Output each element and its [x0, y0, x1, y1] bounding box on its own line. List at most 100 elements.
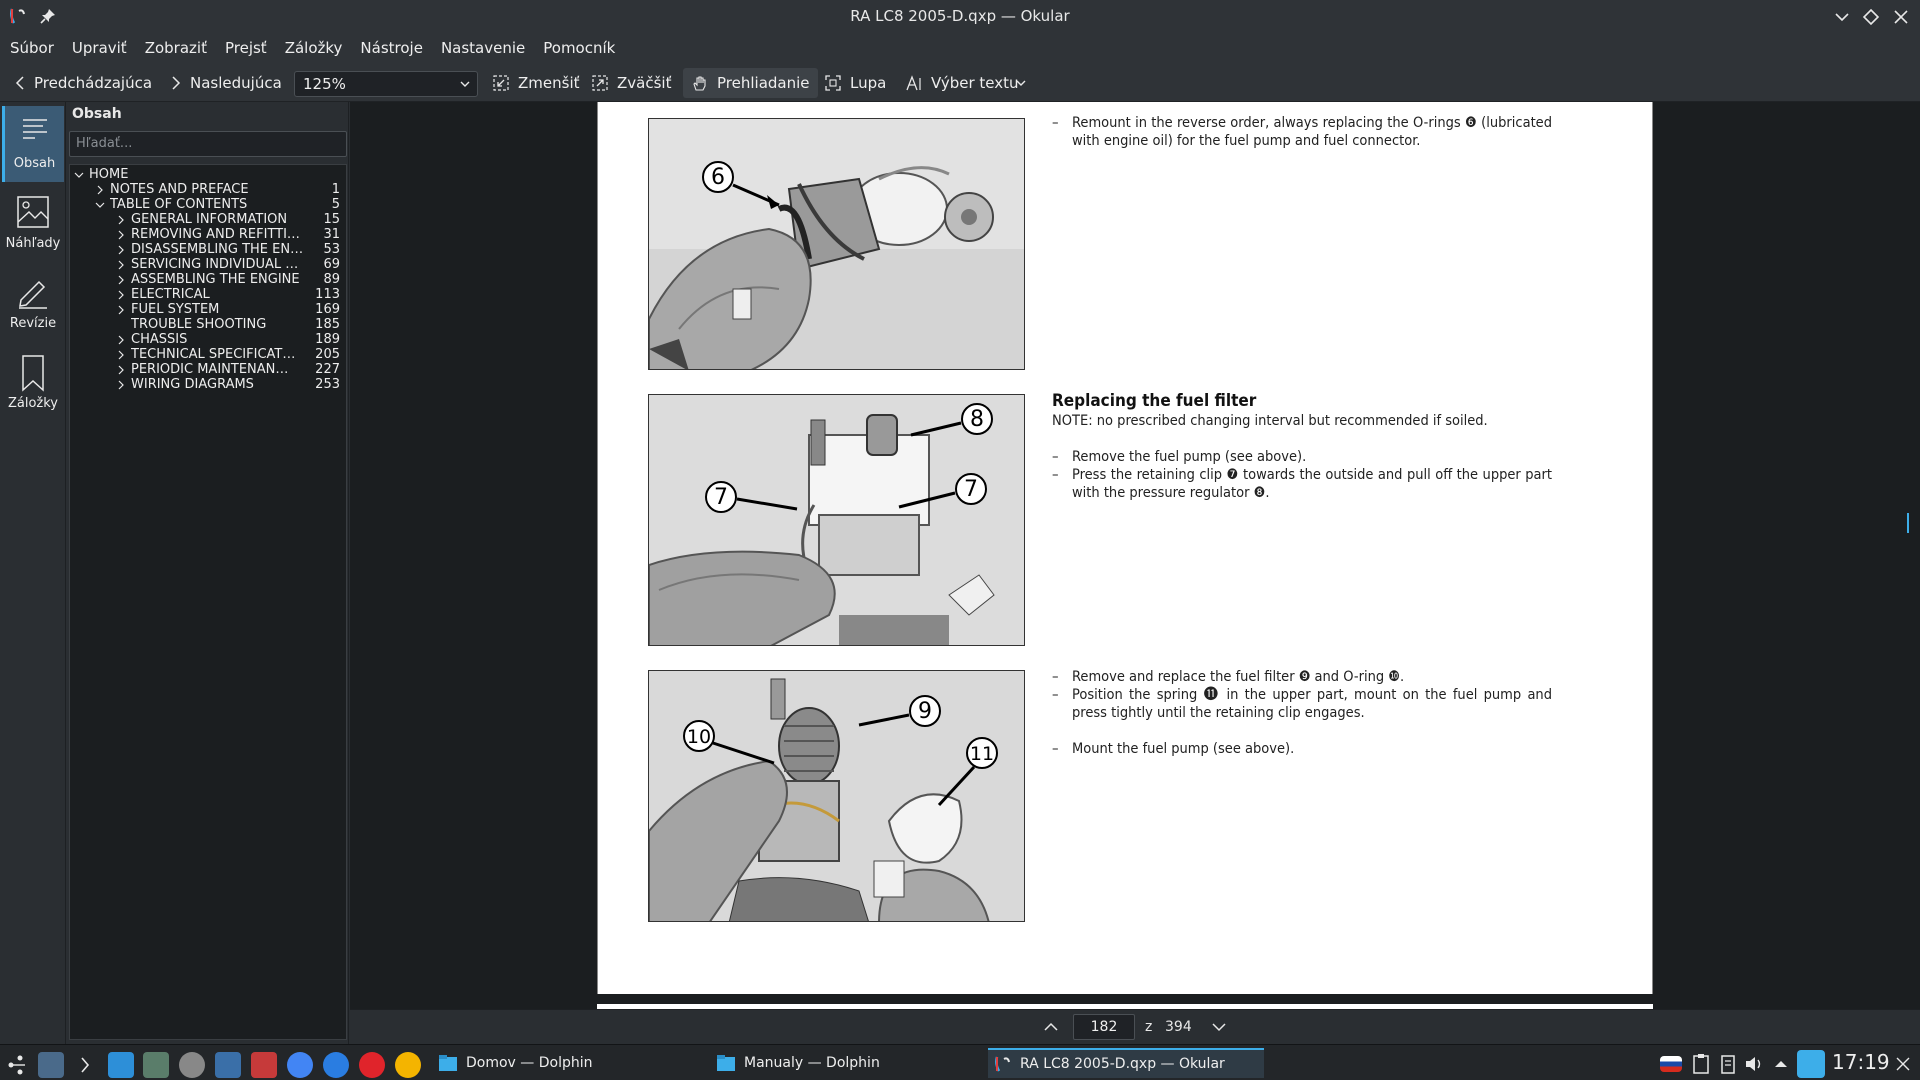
page-of-label: z	[1145, 1019, 1153, 1035]
menu-settings[interactable]: Nastavenie	[441, 32, 534, 64]
app-launcher-icon[interactable]	[5, 1052, 31, 1078]
toc-item[interactable]: WIRING DIAGRAMS 253	[70, 377, 346, 392]
chevron-down-icon[interactable]	[74, 170, 84, 180]
document-app-icon[interactable]	[215, 1052, 241, 1078]
tray-expand-icon[interactable]	[1770, 1052, 1796, 1078]
chevron-right-icon[interactable]	[116, 335, 126, 345]
toc-item[interactable]: DISASSEMBLING THE EN… 53	[70, 242, 346, 257]
toc-item[interactable]: SERVICING INDIVIDUAL … 69	[70, 257, 346, 272]
chevron-right-icon[interactable]	[116, 260, 126, 270]
scroll-position-indicator[interactable]	[1907, 513, 1909, 533]
chevron-right-icon[interactable]	[116, 350, 126, 360]
menu-go[interactable]: Prejsť	[225, 32, 276, 64]
update-notifier-icon[interactable]	[1797, 1050, 1825, 1078]
minimize-icon[interactable]	[1831, 6, 1853, 28]
zoom-out-button[interactable]: Zmenšiť	[492, 68, 580, 98]
toc-item[interactable]: ASSEMBLING THE ENGINE 89	[70, 272, 346, 287]
menu-edit[interactable]: Upraviť	[72, 32, 136, 64]
chevron-right-icon[interactable]	[116, 380, 126, 390]
toc-item[interactable]: FUEL SYSTEM 169	[70, 302, 346, 317]
toc-tree[interactable]: HOME NOTES AND PREFACE 1 TABLE OF CONTENTS 5…	[69, 164, 347, 1040]
toc-item[interactable]: NOTES AND PREFACE 1	[70, 182, 346, 197]
show-desktop-icon[interactable]	[38, 1052, 64, 1078]
firefox-icon[interactable]	[323, 1052, 349, 1078]
chevron-right-icon[interactable]	[116, 305, 126, 315]
toc-item[interactable]: PERIODIC MAINTENAN… 227	[70, 362, 346, 377]
toc-item-label: CHASSIS	[131, 332, 188, 347]
toc-item[interactable]: GENERAL INFORMATION 15	[70, 212, 346, 227]
chevron-right-icon[interactable]	[116, 290, 126, 300]
toc-item[interactable]: CHASSIS 189	[70, 332, 346, 347]
menu-bookmarks[interactable]: Záložky	[285, 32, 352, 64]
menu-view[interactable]: Zobraziť	[145, 32, 216, 64]
opera-icon[interactable]	[359, 1052, 385, 1078]
photo-fuel-filter: 9 10 11	[648, 670, 1025, 922]
next-page-button[interactable]: Nasledujúca	[170, 68, 282, 98]
previous-page-button[interactable]: Predchádzajúca	[14, 68, 152, 98]
file-manager-icon[interactable]	[108, 1052, 134, 1078]
toc-item-page: 5	[331, 197, 340, 212]
toc-item-page: 89	[323, 272, 340, 287]
chevron-right-icon[interactable]	[116, 245, 126, 255]
toc-item[interactable]: REMOVING AND REFITTI… 31	[70, 227, 346, 242]
previous-page-arrow[interactable]	[1042, 1019, 1060, 1035]
instruction-item: Remount in the reverse order, always rep…	[1052, 114, 1552, 150]
rail-contents-label: Obsah	[13, 156, 56, 171]
pager-arrow-icon[interactable]	[72, 1052, 98, 1078]
toc-item[interactable]: TECHNICAL SPECIFICAT… 205	[70, 347, 346, 362]
toc-search-input[interactable]: Hľadať...	[69, 131, 347, 157]
menu-tools[interactable]: Nástroje	[360, 32, 432, 64]
rail-annotations[interactable]: Revízie	[2, 266, 64, 342]
rail-bookmarks[interactable]: Záložky	[2, 346, 64, 422]
toc-item-page: 69	[323, 257, 340, 272]
magnifier-tool-label: Lupa	[850, 74, 887, 92]
browse-tool-button[interactable]: Prehliadanie	[683, 68, 818, 98]
maximize-icon[interactable]	[1860, 6, 1882, 28]
peek-desktop-icon[interactable]	[1892, 1052, 1918, 1078]
text-selection-tool-button[interactable]: Výber textu	[905, 68, 1019, 98]
chevron-down-icon[interactable]	[95, 200, 105, 210]
toc-item-page: 113	[315, 287, 340, 302]
chevron-right-icon[interactable]	[116, 230, 126, 240]
palette-app-icon[interactable]	[395, 1052, 421, 1078]
task-label: Manualy — Dolphin	[744, 1055, 880, 1071]
tool-dropdown-button[interactable]	[1015, 68, 1035, 98]
disk-utility-icon[interactable]	[179, 1052, 205, 1078]
zoom-in-button[interactable]: Zväčšiť	[591, 68, 671, 98]
toc-item-label: FUEL SYSTEM	[131, 302, 220, 317]
toc-item-label: NOTES AND PREFACE	[110, 182, 249, 197]
toc-item-label: TROUBLE SHOOTING	[131, 317, 267, 332]
toc-item[interactable]: ELECTRICAL 113	[70, 287, 346, 302]
image-viewer-icon[interactable]	[143, 1052, 169, 1078]
toc-item[interactable]: HOME	[70, 167, 346, 182]
page-number-input[interactable]: 182	[1073, 1014, 1135, 1040]
toc-item[interactable]: TROUBLE SHOOTING 185	[70, 317, 346, 332]
toc-item-page: 169	[315, 302, 340, 317]
volume-icon[interactable]	[1743, 1052, 1769, 1078]
clipboard-icon[interactable]	[1690, 1052, 1716, 1078]
close-icon[interactable]	[1890, 6, 1912, 28]
magnifier-tool-button[interactable]: Lupa	[824, 68, 886, 98]
next-page-arrow[interactable]	[1210, 1019, 1228, 1035]
device-notifier-icon[interactable]	[1717, 1052, 1743, 1078]
menu-file[interactable]: Súbor	[10, 32, 63, 64]
chromium-icon[interactable]	[287, 1052, 313, 1078]
zoom-in-label: Zväčšiť	[617, 74, 672, 92]
task-okular[interactable]: RA LC8 2005-D.qxp — Okular	[988, 1048, 1264, 1078]
clock[interactable]: 17:19	[1832, 1050, 1890, 1074]
title-bar: RA LC8 2005-D.qxp — Okular	[0, 0, 1920, 32]
rail-contents[interactable]: Obsah	[2, 106, 64, 182]
chevron-right-icon[interactable]	[116, 215, 126, 225]
keyboard-layout-flag-icon[interactable]	[1660, 1056, 1682, 1072]
task-dolphin-manualy[interactable]: Manualy — Dolphin	[710, 1048, 980, 1078]
text-block-2: Replacing the fuel filter NOTE: no presc…	[1052, 392, 1552, 502]
zoom-select[interactable]: 125%	[294, 71, 478, 97]
task-dolphin-home[interactable]: Domov — Dolphin	[432, 1048, 702, 1078]
menu-help[interactable]: Pomocník	[543, 32, 624, 64]
chevron-right-icon[interactable]	[95, 185, 105, 195]
flag-app-icon[interactable]	[251, 1052, 277, 1078]
rail-thumbnails[interactable]: Náhľady	[2, 186, 64, 262]
chevron-right-icon[interactable]	[116, 275, 126, 285]
chevron-right-icon[interactable]	[116, 365, 126, 375]
toc-item[interactable]: TABLE OF CONTENTS 5	[70, 197, 346, 212]
